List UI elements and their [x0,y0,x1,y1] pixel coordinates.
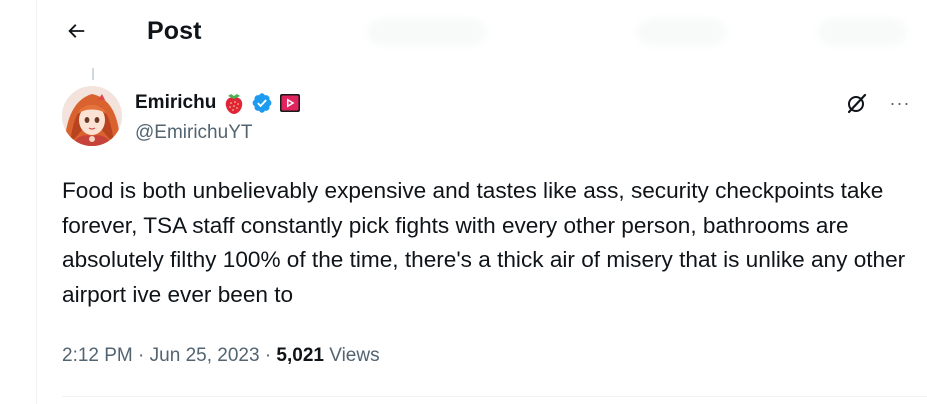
verified-badge-icon[interactable] [251,92,273,114]
top-header: Post [37,0,927,62]
strawberry-emoji [223,91,245,115]
divider [62,396,927,397]
strawberry-icon [226,94,243,114]
grok-button[interactable] [842,88,872,118]
avatar-image [62,86,122,146]
author-display-name[interactable]: Emirichu [135,91,216,115]
post-detail-column: Post Emirichu @EmirichuYT ··· Food is bo… [36,0,927,404]
header-backdrop-blur [367,18,487,46]
tweet-text: Food is both unbelievably expensive and … [62,178,906,307]
arrow-left-icon [68,24,85,38]
views-label: Views [329,345,380,366]
tweet-metadata: 2:12 PM · Jun 25, 2023 · 5,021 Views [62,343,380,369]
grok-icon [847,93,867,114]
tweet-time[interactable]: 2:12 PM [62,345,133,366]
back-button[interactable] [57,12,95,50]
meta-separator: · [264,345,272,366]
author-handle[interactable]: @EmirichuYT [135,121,252,145]
thread-connector-line [92,68,94,80]
avatar[interactable] [62,86,122,146]
header-backdrop-blur [817,18,907,46]
more-horizontal-icon: ··· [889,92,911,113]
header-backdrop-blur [637,18,727,46]
meta-separator: · [138,345,145,366]
tweet-date[interactable]: Jun 25, 2023 [150,345,260,366]
youtube-affiliate-icon[interactable] [279,93,301,113]
page-title: Post [147,17,202,45]
views-count: 5,021 [276,345,324,366]
author-name-row: Emirichu [135,90,301,116]
more-options-button[interactable]: ··· [885,88,915,118]
